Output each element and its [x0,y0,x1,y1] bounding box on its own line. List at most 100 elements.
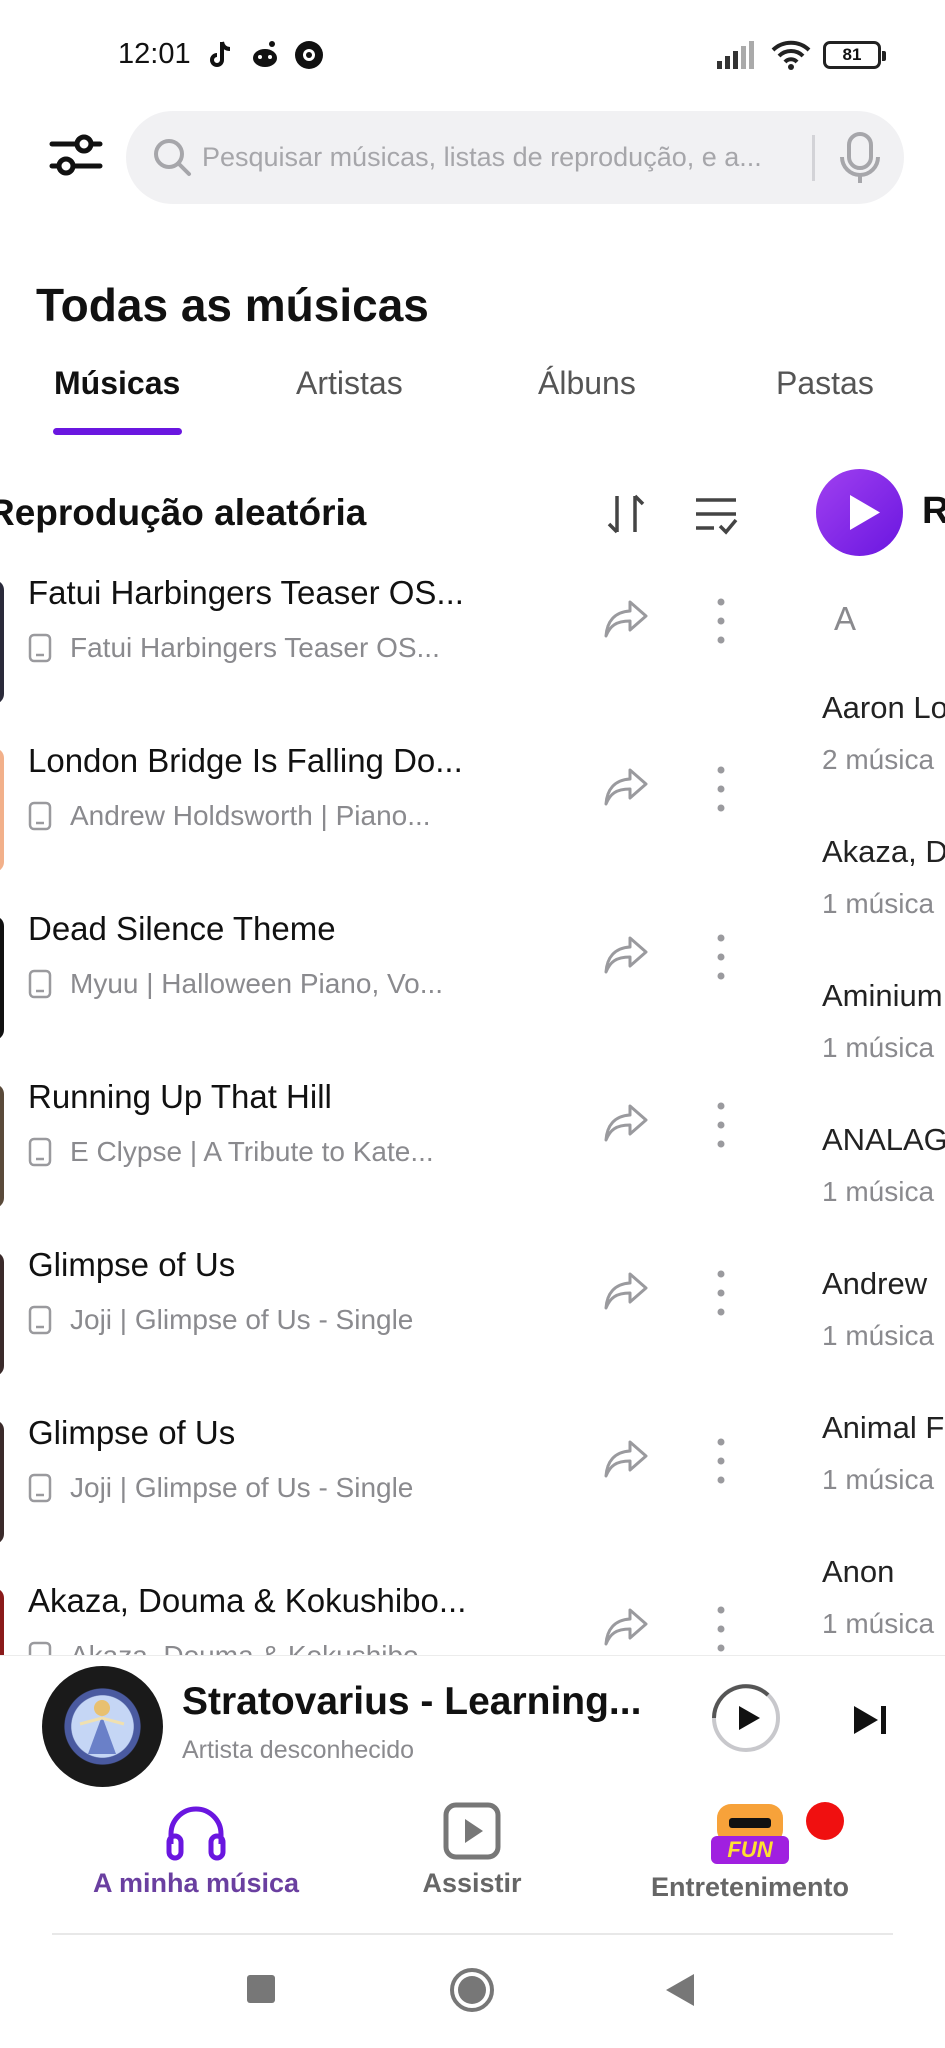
phone-storage-icon [28,801,52,831]
more-options-icon[interactable] [706,1268,736,1318]
back-button-icon[interactable] [664,1972,696,2008]
song-thumbnail [0,1420,4,1544]
share-icon[interactable] [602,1100,650,1146]
home-button-icon[interactable] [448,1966,496,2014]
search-icon [154,139,191,176]
fun-badge-text: FUN [727,1837,773,1862]
system-status-icons: 81 [717,40,886,70]
phone-storage-icon [28,633,52,663]
song-row[interactable]: Glimpse of Us Joji | Glimpse of Us - Sin… [0,1232,790,1400]
song-title: Akaza, Douma & Kokushibo... [28,1582,467,1619]
song-thumbnail [0,916,4,1040]
now-playing-artist: Artista desconhecido [182,1736,415,1764]
song-subtitle: Joji | Glimpse of Us - Single [28,1304,413,1336]
sort-icon[interactable] [604,490,648,538]
song-thumbnail [0,1588,4,1658]
song-subtitle-text: Joji | Glimpse of Us - Single [70,1304,414,1335]
song-row[interactable]: London Bridge Is Falling Do... Andrew Ho… [0,728,790,896]
artist-name: Andrew [822,1266,928,1301]
song-subtitle: E Clypse | A Tribute to Kate... [28,1136,434,1168]
song-title: London Bridge Is Falling Do... [28,742,463,779]
song-thumbnail [0,1252,4,1376]
tab-artistas[interactable]: Artistas [296,365,403,402]
song-subtitle-text: Fatui Harbingers Teaser OS... [70,632,440,663]
play-pause-button[interactable] [710,1682,782,1754]
song-row[interactable]: Fatui Harbingers Teaser OS... Fatui Harb… [0,560,790,728]
tab-bar: Músicas Artistas Álbuns Pastas [0,365,945,435]
artist-item[interactable]: Aaron Lo 2 música [822,690,945,776]
more-options-icon[interactable] [706,764,736,814]
tab-pastas[interactable]: Pastas [776,365,874,402]
skip-next-icon[interactable] [852,1702,890,1738]
song-row[interactable]: Running Up That Hill E Clypse | A Tribut… [0,1064,790,1232]
active-tab-indicator [53,428,182,435]
song-subtitle: Andrew Holdsworth | Piano... [28,800,431,832]
artist-item[interactable]: ANALAG 1 música [822,1122,945,1208]
fun-icon: FUN [711,1804,789,1864]
song-subtitle-text: Andrew Holdsworth | Piano... [70,800,431,831]
recents-button-icon[interactable] [244,1972,278,2006]
artist-item[interactable]: Animal F 1 música [822,1410,945,1496]
search-divider [812,135,815,181]
tab-albuns[interactable]: Álbuns [538,365,636,402]
artist-song-count: 1 música [822,1032,935,1063]
play-all-button[interactable] [816,469,903,556]
song-title: Fatui Harbingers Teaser OS... [28,574,464,611]
share-icon[interactable] [602,764,650,810]
now-playing-title: Stratovarius - Learning... [182,1680,642,1723]
record-icon [295,41,323,69]
more-options-icon[interactable] [706,1100,736,1150]
song-row[interactable]: Glimpse of Us Joji | Glimpse of Us - Sin… [0,1400,790,1568]
status-bar: 12:01 81 [0,0,945,110]
nav-watch[interactable]: Assistir [372,1800,572,1899]
video-play-icon [443,1802,501,1860]
multi-select-icon[interactable] [692,492,740,538]
nav-label: A minha música [92,1868,300,1898]
song-thumbnail [0,580,4,704]
more-options-icon[interactable] [706,1436,736,1486]
phone-storage-icon [28,1305,52,1335]
song-row[interactable]: Akaza, Douma & Kokushibo... Akaza, Douma… [0,1568,790,1658]
share-icon[interactable] [602,596,650,642]
artist-item[interactable]: Akaza, D 1 música [822,834,945,920]
artist-name: ANALAG [822,1122,945,1157]
song-subtitle: Myuu | Halloween Piano, Vo... [28,968,443,1000]
shuffle-play-button[interactable]: Reprodução aleatória [0,492,366,534]
song-title: Glimpse of Us [28,1414,236,1451]
share-icon[interactable] [602,1436,650,1482]
artist-item[interactable]: Anon 1 música [822,1554,945,1640]
more-options-icon[interactable] [706,932,736,982]
artist-song-count: 1 música [822,1608,935,1639]
artist-name: Akaza, D [822,834,945,869]
wifi-icon [771,40,811,70]
nav-my-music[interactable]: A minha música [86,1800,306,1899]
shuffle-row: Reprodução aleatória [0,480,790,550]
artist-item[interactable]: Andrew 1 música [822,1266,945,1352]
song-thumbnail [0,1084,4,1208]
album-art-disc [42,1666,163,1787]
song-subtitle: Joji | Glimpse of Us - Single [28,1472,413,1504]
headphones-icon [166,1806,226,1861]
search-input[interactable] [202,125,822,189]
share-icon[interactable] [602,1268,650,1314]
notification-icons [204,38,326,72]
share-icon[interactable] [602,1604,650,1650]
song-subtitle: Fatui Harbingers Teaser OS... [28,632,440,664]
tab-musicas[interactable]: Músicas [54,365,180,402]
search-bar[interactable] [126,111,904,204]
album-art-figure [79,1700,125,1754]
share-icon[interactable] [602,932,650,978]
artist-song-count: 1 música [822,888,935,919]
song-row[interactable]: Dead Silence Theme Myuu | Halloween Pian… [0,896,790,1064]
more-options-icon[interactable] [706,1604,736,1654]
microphone-icon[interactable] [836,131,884,185]
page-title: Todas as músicas [36,279,429,331]
artist-name: Anon [822,1554,895,1589]
song-subtitle-text: Joji | Glimpse of Us - Single [70,1472,414,1503]
filter-settings-icon[interactable] [48,130,104,180]
phone-storage-icon [28,1137,52,1167]
nav-entertainment[interactable]: FUN Entretenimento [640,1800,860,1903]
mini-player[interactable]: Stratovarius - Learning... Artista desco… [0,1655,945,1787]
more-options-icon[interactable] [706,596,736,646]
artist-item[interactable]: Aminium 1 música [822,978,945,1064]
